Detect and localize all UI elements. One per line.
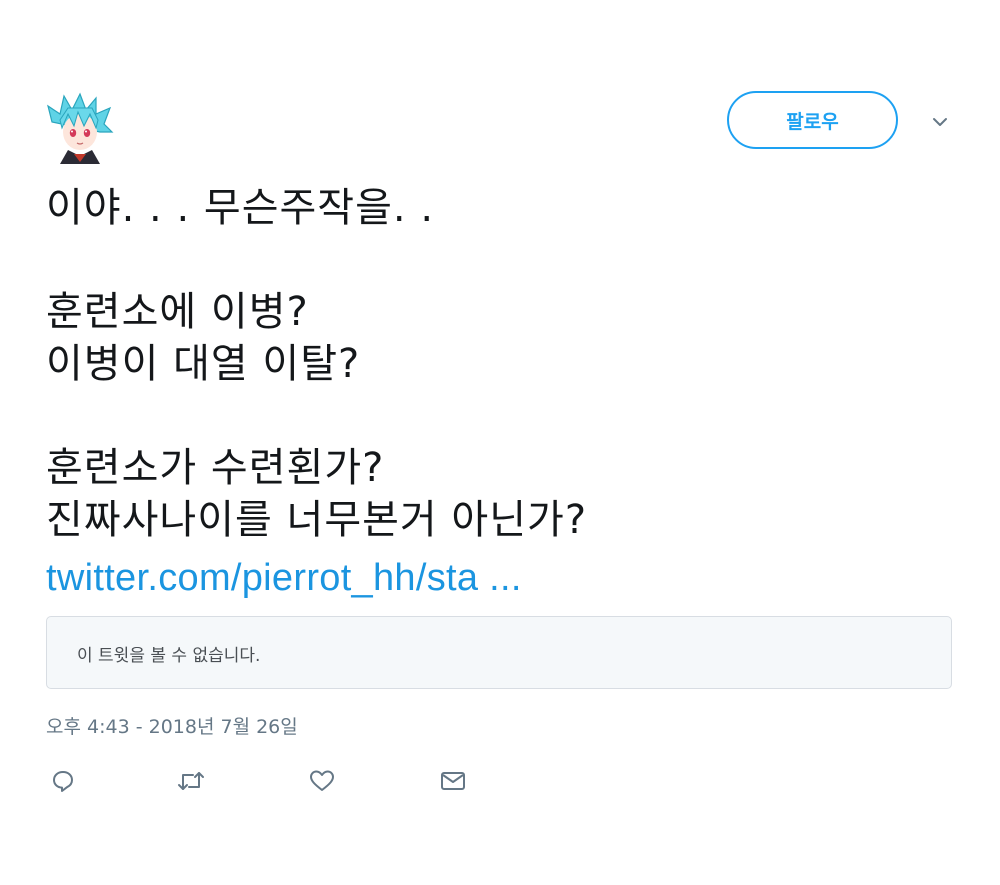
chevron-down-icon[interactable] bbox=[928, 112, 952, 132]
retweet-icon[interactable] bbox=[174, 764, 208, 798]
tweet-text: 이야. . . 무슨주작을. . 훈련소에 이병? 이병이 대열 이탈? 훈련소… bbox=[46, 182, 946, 546]
tweet-line-gap bbox=[46, 234, 946, 286]
tweet-line: 훈련소에 이병? bbox=[46, 289, 309, 335]
tweet-line: 훈련소가 수련횐가? bbox=[46, 445, 385, 491]
tweet-timestamp[interactable]: 오후 4:43 - 2018년 7월 26일 bbox=[46, 712, 298, 739]
heart-icon[interactable] bbox=[305, 764, 339, 798]
avatar-image bbox=[47, 92, 114, 164]
tweet-line: 이병이 대열 이탈? bbox=[46, 341, 361, 387]
reply-icon[interactable] bbox=[46, 764, 80, 798]
quoted-tweet-unavailable-text: 이 트윗을 볼 수 없습니다. bbox=[77, 646, 261, 666]
follow-button[interactable]: 팔로우 bbox=[727, 91, 898, 149]
tweet-line: 진짜사나이를 너무본거 아닌가? bbox=[46, 497, 588, 543]
tweet-card: 팔로우 이야. . . 무슨주작을. . 훈련소에 이병? 이병이 대열 이탈?… bbox=[0, 0, 1000, 885]
tweet-line-gap bbox=[46, 390, 946, 442]
tweet-line: 이야. . . 무슨주작을. . bbox=[46, 185, 435, 231]
tweet-link[interactable]: twitter.com/pierrot_hh/sta ... bbox=[46, 552, 522, 604]
quoted-tweet-box: 이 트윗을 볼 수 없습니다. bbox=[46, 616, 952, 689]
user-avatar[interactable] bbox=[46, 92, 114, 164]
tweet-actions bbox=[46, 764, 506, 798]
envelope-icon[interactable] bbox=[436, 764, 470, 798]
